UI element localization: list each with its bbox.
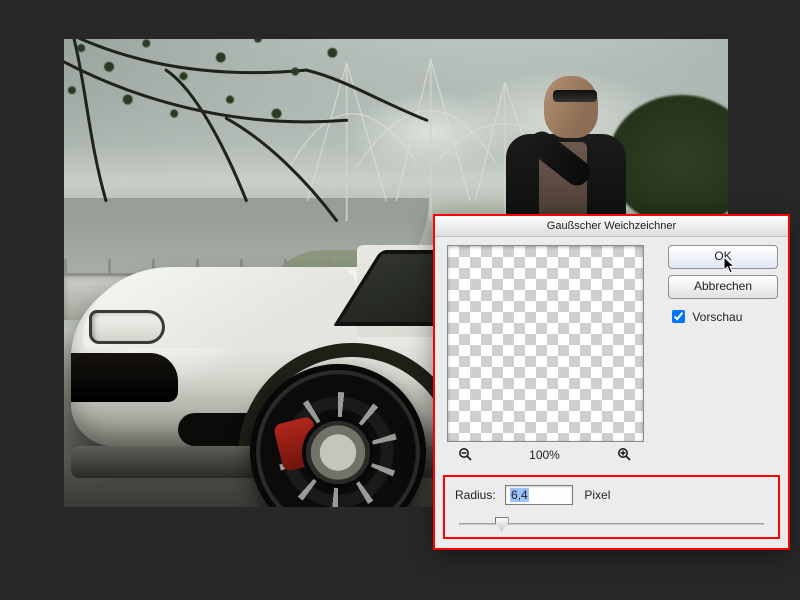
gaussian-blur-dialog: Gaußscher Weichzeichner 100% OK Abbreche…	[433, 214, 790, 550]
cancel-button[interactable]: Abbrechen	[668, 275, 778, 299]
dialog-title: Gaußscher Weichzeichner	[435, 216, 788, 237]
radius-label: Radius:	[455, 488, 496, 502]
radius-unit: Pixel	[584, 488, 610, 502]
zoom-level: 100%	[500, 448, 590, 462]
preview-checkbox[interactable]: Vorschau	[668, 307, 742, 326]
radius-slider[interactable]	[459, 517, 764, 531]
sunglasses-icon	[553, 90, 597, 102]
ok-button[interactable]: OK	[668, 245, 778, 269]
slider-thumb[interactable]	[495, 517, 509, 531]
preview-checkbox-label: Vorschau	[692, 310, 742, 324]
zoom-in-icon[interactable]	[617, 447, 631, 464]
preview-checkbox-input[interactable]	[672, 310, 685, 323]
radius-input[interactable]: 6,4	[505, 485, 573, 505]
radius-group: Radius: 6,4 Pixel	[443, 475, 780, 539]
filter-preview[interactable]	[447, 245, 644, 442]
headlight	[89, 310, 165, 344]
zoom-out-icon[interactable]	[458, 447, 472, 464]
